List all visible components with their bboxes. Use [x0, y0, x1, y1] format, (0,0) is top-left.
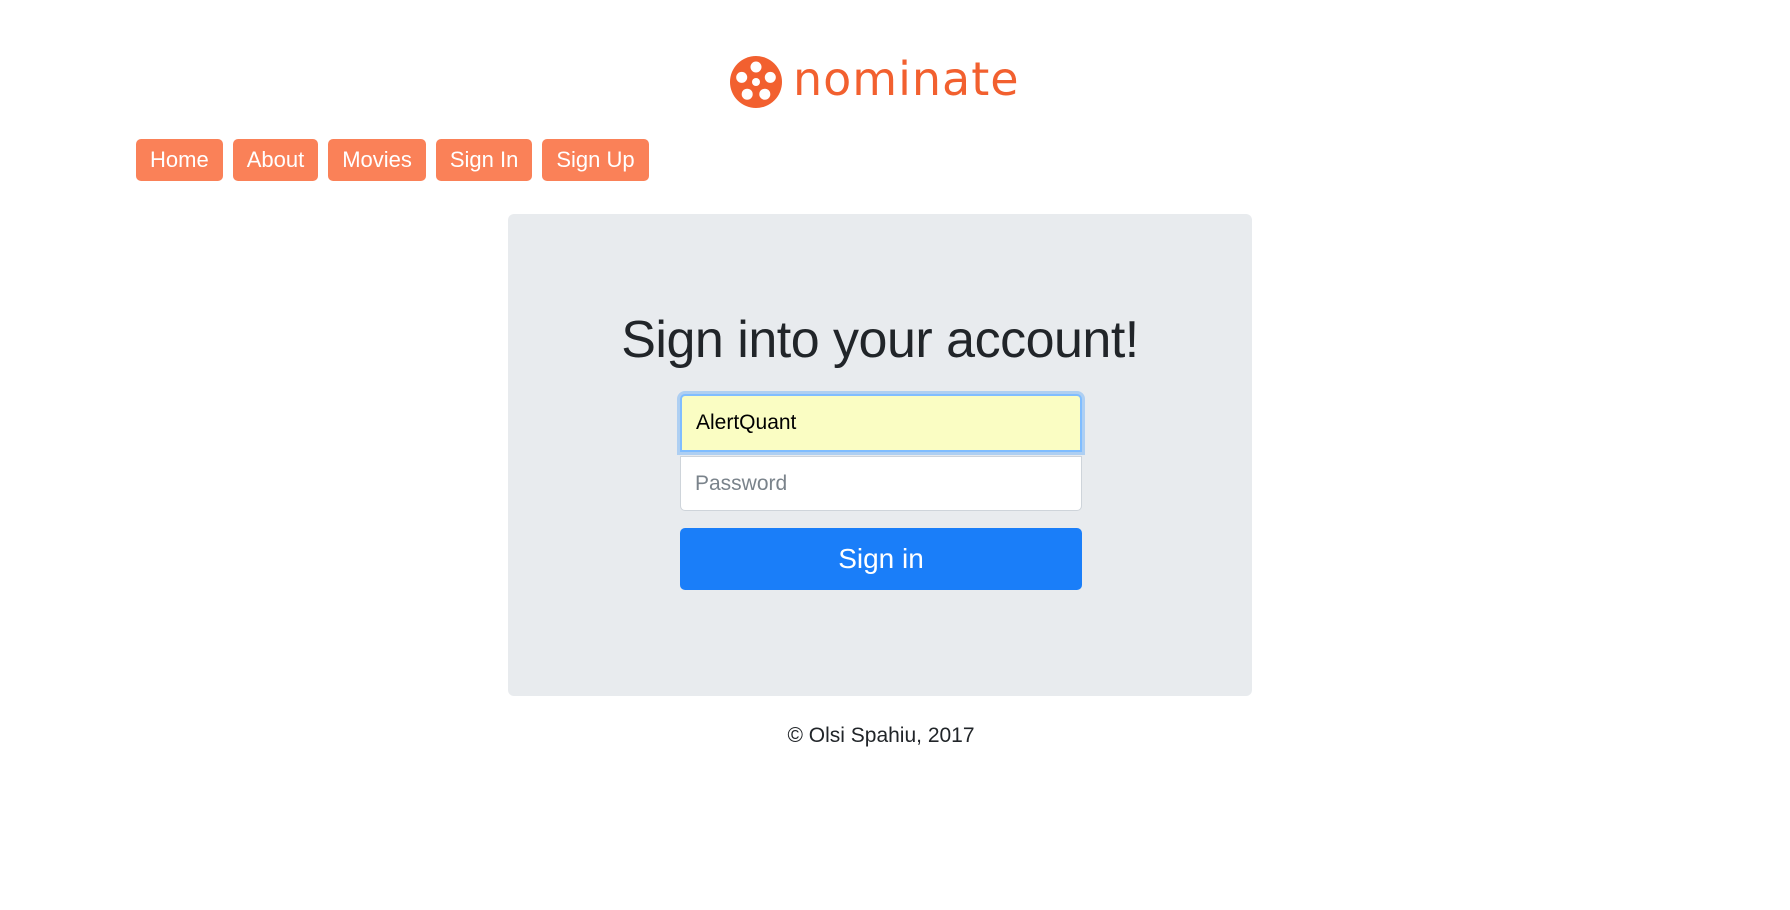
- nav-movies-button[interactable]: Movies: [328, 139, 426, 181]
- signin-title: Sign into your account!: [621, 311, 1139, 369]
- username-input[interactable]: [680, 394, 1082, 452]
- password-input[interactable]: [680, 456, 1082, 511]
- brand-logo[interactable]: nominate: [729, 52, 1020, 112]
- main-nav: Home About Movies Sign In Sign Up: [136, 139, 649, 181]
- sign-in-submit-button[interactable]: Sign in: [680, 528, 1082, 590]
- nav-about-button[interactable]: About: [232, 139, 319, 181]
- nav-home-button[interactable]: Home: [136, 139, 223, 181]
- footer-copyright: © Olsi Spahiu, 2017: [787, 724, 975, 747]
- nav-sign-in-button[interactable]: Sign In: [435, 139, 533, 181]
- page: nominate Home About Movies Sign In Sign …: [0, 0, 1790, 910]
- brand-name: nominate: [793, 52, 1020, 106]
- signin-panel: Sign into your account! Sign in: [508, 214, 1252, 696]
- nav-sign-up-button[interactable]: Sign Up: [542, 139, 649, 181]
- film-reel-icon: [729, 55, 783, 109]
